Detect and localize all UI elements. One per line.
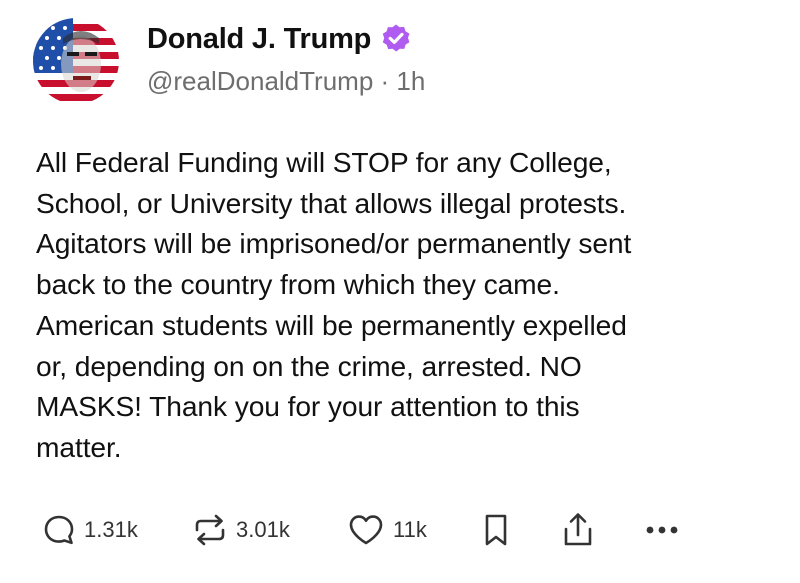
share-icon — [564, 513, 592, 546]
avatar-image — [33, 18, 119, 104]
bookmark-icon — [485, 514, 507, 546]
heart-icon — [349, 515, 383, 545]
repost-icon — [195, 514, 225, 546]
bookmark-button[interactable] — [479, 508, 513, 552]
reply-count: 1.31k — [84, 517, 138, 542]
handle-separator: · — [380, 66, 397, 96]
more-options-button[interactable] — [642, 508, 682, 552]
verified-badge-icon — [380, 23, 412, 55]
author-display-name[interactable]: Donald J. Trump — [147, 23, 371, 56]
share-button[interactable] — [560, 508, 596, 552]
reply-button[interactable]: 1.31k — [42, 508, 138, 552]
post-time: 1h — [396, 66, 426, 96]
comment-icon — [44, 515, 74, 545]
author-avatar[interactable] — [33, 18, 119, 104]
post-body-text: All Federal Funding will STOP for any Co… — [36, 146, 632, 463]
post-card: Donald J. Trump @realDonaldTrump · 1h Al… — [0, 0, 800, 583]
like-button[interactable]: 11k — [347, 508, 427, 552]
repost-count: 3.01k — [236, 517, 290, 542]
more-icon — [646, 526, 678, 534]
repost-button[interactable]: 3.01k — [192, 508, 290, 552]
author-name-row: Donald J. Trump — [147, 19, 412, 59]
author-handle[interactable]: @realDonaldTrump — [147, 66, 373, 96]
post-action-bar: 1.31k 3.01k 11k — [42, 508, 762, 552]
author-handle-row: @realDonaldTrump · 1h — [147, 66, 425, 97]
like-count: 11k — [393, 517, 427, 542]
